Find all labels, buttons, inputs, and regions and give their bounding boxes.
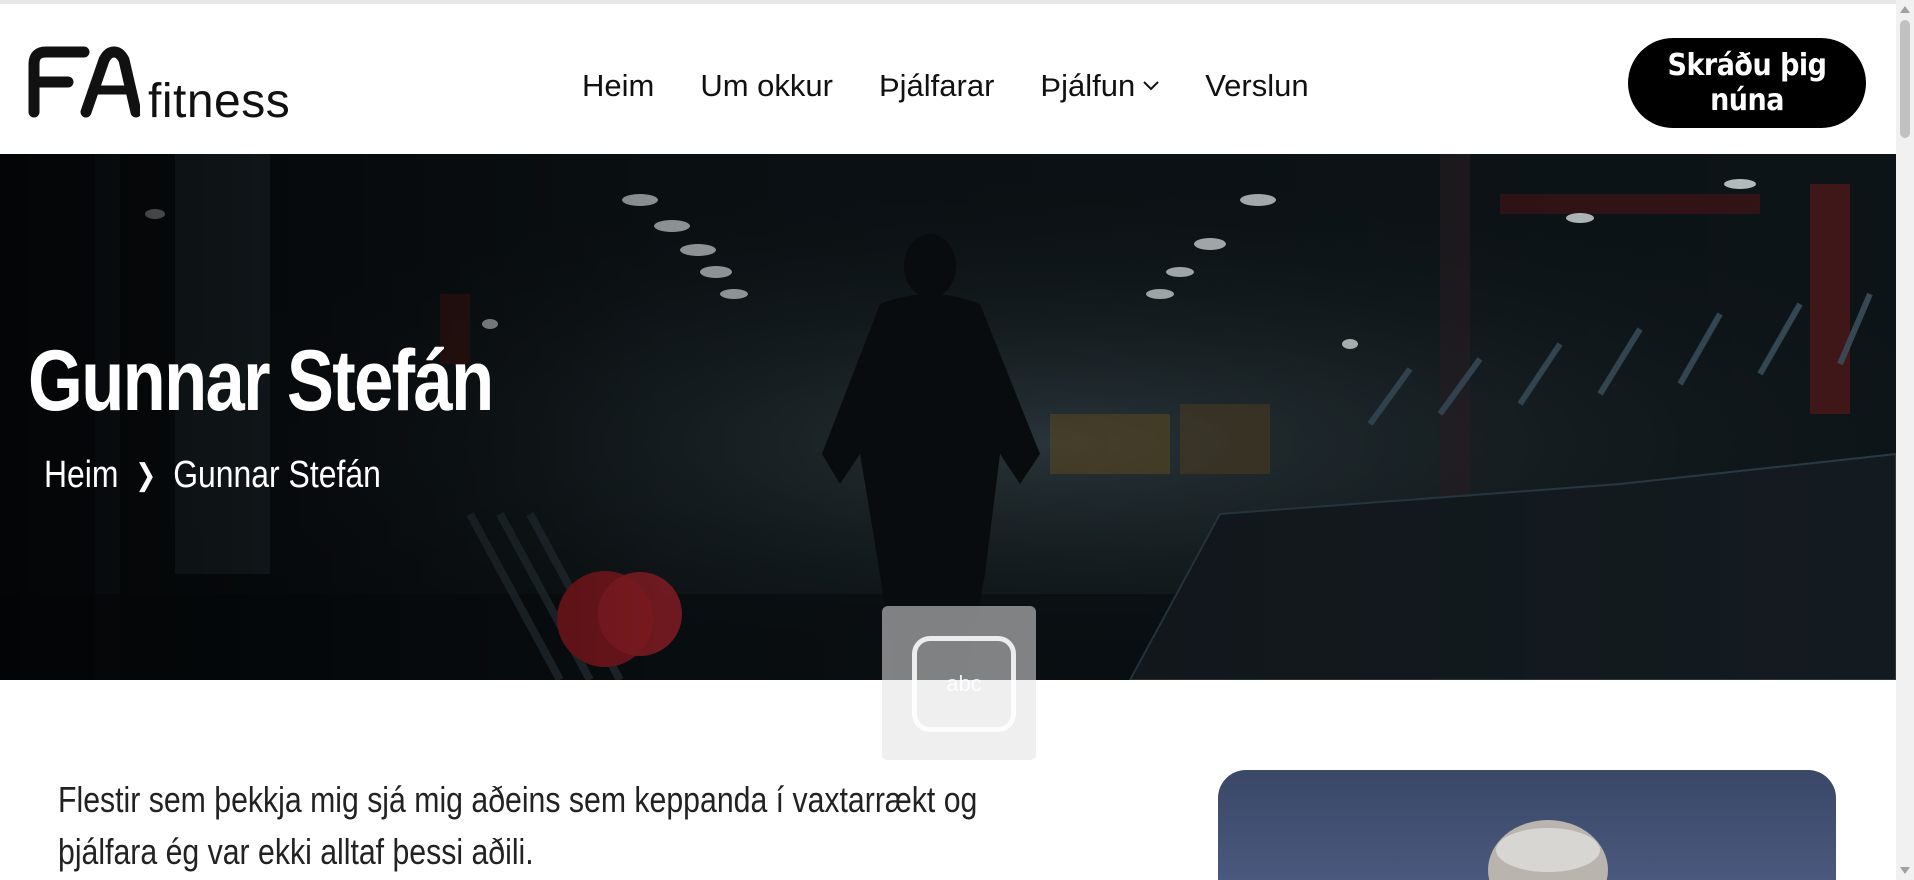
site-logo[interactable]: fitness xyxy=(28,46,308,128)
chevron-right-icon: ❯ xyxy=(135,459,157,492)
portrait-graphic xyxy=(1488,820,1608,880)
site-header: fitness Heim Um okkur Þjálfarar Þjálfun … xyxy=(0,4,1896,154)
breadcrumb-current: Gunnar Stefán xyxy=(173,454,381,496)
nav-item-thjalfun[interactable]: Þjálfun xyxy=(1040,66,1159,106)
breadcrumb: Heim ❯ Gunnar Stefán xyxy=(44,454,381,497)
signup-button[interactable]: Skráðu þig núna xyxy=(1628,38,1866,128)
nav-item-verslun[interactable]: Verslun xyxy=(1205,66,1308,106)
floating-input-widget[interactable]: abc xyxy=(882,606,1036,760)
intro-paragraph: Flestir sem þekkja mig sjá mig aðeins se… xyxy=(58,779,978,872)
nav-item-thjalfun-label: Þjálfun xyxy=(1040,68,1136,103)
page-title: Gunnar Stefán xyxy=(28,333,494,429)
fa-logo-mark-icon xyxy=(28,46,140,118)
scrollbar-thumb[interactable] xyxy=(1900,20,1910,138)
main-nav: Heim Um okkur Þjálfarar Þjálfun Verslun xyxy=(582,66,1355,106)
hero-banner: Gunnar Stefán Heim ❯ Gunnar Stefán xyxy=(0,154,1896,680)
scroll-down-icon[interactable] xyxy=(1900,867,1910,874)
scroll-up-icon[interactable] xyxy=(1900,6,1910,13)
trainer-portrait-image xyxy=(1218,770,1836,880)
nav-item-thjalfarar[interactable]: Þjálfarar xyxy=(879,66,994,106)
keyboard-icon-label: abc xyxy=(946,671,982,696)
page-scrollbar[interactable] xyxy=(1896,0,1914,880)
nav-item-heim[interactable]: Heim xyxy=(582,66,654,106)
chevron-down-icon xyxy=(1143,81,1159,91)
breadcrumb-home-link[interactable]: Heim xyxy=(44,454,118,497)
keyboard-icon: abc xyxy=(912,636,1016,732)
nav-item-um-okkur[interactable]: Um okkur xyxy=(700,66,833,106)
logo-text: fitness xyxy=(148,75,291,128)
